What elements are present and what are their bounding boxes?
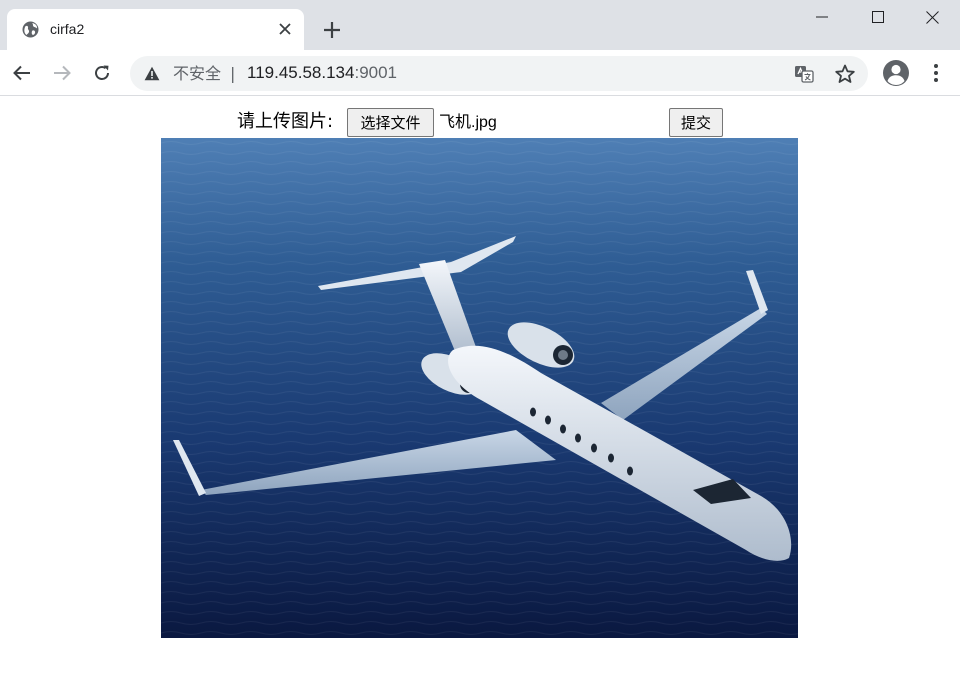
url-host: 119.45.58.134 (247, 63, 355, 82)
upload-form: 请上传图片: 选择文件 飞机.jpg 提交 (0, 107, 960, 137)
address-separator: | (230, 64, 236, 83)
translate-icon[interactable] (794, 64, 814, 84)
maximize-icon[interactable] (850, 0, 906, 34)
kebab-menu-icon[interactable] (926, 62, 946, 84)
account-icon[interactable] (882, 59, 910, 87)
url-text[interactable]: 119.45.58.134:9001 (247, 63, 397, 83)
upload-label: 请上传图片: (237, 111, 334, 132)
plus-icon[interactable] (318, 16, 346, 44)
uploaded-airplane-image (161, 138, 798, 638)
reload-icon[interactable] (88, 59, 116, 87)
star-icon[interactable] (834, 63, 856, 85)
tab-strip: cirfa2 (0, 0, 960, 50)
security-status-text[interactable]: 不安全 (173, 64, 221, 83)
address-bar[interactable]: 不安全 | 119.45.58.134:9001 (130, 56, 868, 91)
submit-button[interactable]: 提交 (669, 108, 723, 137)
tab-title: cirfa2 (50, 21, 85, 37)
window-close-icon[interactable] (904, 0, 960, 34)
arrow-left-icon[interactable] (8, 59, 36, 87)
browser-tab[interactable]: cirfa2 (7, 9, 304, 50)
url-port: :9001 (354, 63, 398, 82)
browser-toolbar: 不安全 | 119.45.58.134:9001 (0, 50, 960, 96)
selected-file-name: 飞机.jpg (439, 114, 497, 131)
minimize-icon[interactable] (794, 0, 850, 34)
warning-icon[interactable] (144, 66, 160, 81)
close-icon[interactable] (275, 19, 295, 39)
choose-file-button[interactable]: 选择文件 (347, 108, 434, 137)
arrow-right-icon[interactable] (48, 59, 76, 87)
globe-icon (22, 21, 39, 38)
